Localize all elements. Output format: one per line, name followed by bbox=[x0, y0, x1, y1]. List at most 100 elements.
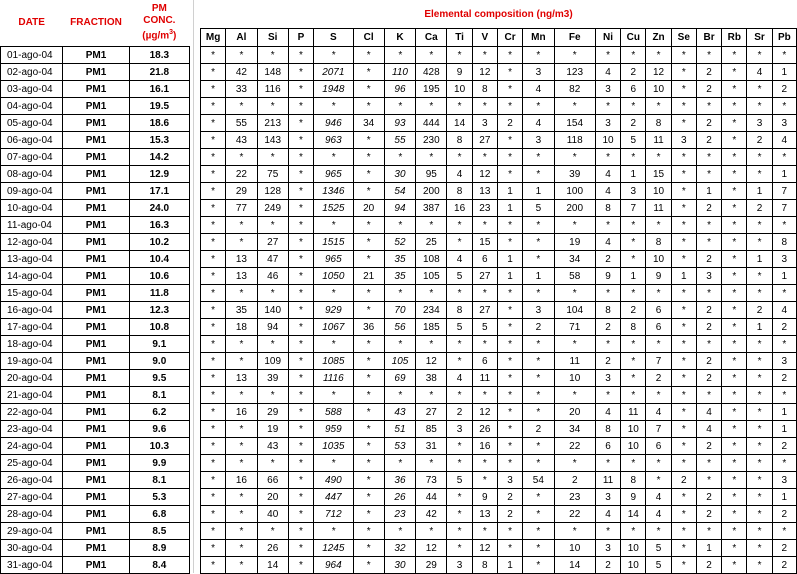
value-cell-cl: * bbox=[352, 148, 385, 166]
element-header-ca: Ca bbox=[415, 28, 448, 47]
value-cell-br: * bbox=[695, 46, 723, 64]
value-cell-p: * bbox=[287, 437, 315, 455]
value-cell-v: 16 bbox=[471, 437, 498, 455]
value-cell-ti: * bbox=[446, 233, 473, 251]
value-cell-se: * bbox=[670, 454, 697, 472]
value-cell-se: * bbox=[670, 250, 697, 268]
value-cell-mg: * bbox=[199, 165, 227, 183]
pm-conc-cell: 12.3 bbox=[128, 301, 191, 319]
value-cell-rb: * bbox=[721, 437, 748, 455]
value-cell-rb: * bbox=[721, 46, 748, 64]
table-row: * * 43 * 1035 * 53 31 * 16 * * 22 6 10 6 * 2 * * 2 bbox=[199, 437, 797, 455]
value-cell-br: 2 bbox=[695, 505, 723, 523]
value-cell-s: 965 bbox=[313, 250, 354, 268]
value-cell-p: * bbox=[287, 369, 315, 387]
value-cell-al: * bbox=[225, 539, 258, 557]
value-cell-rb: * bbox=[721, 522, 748, 540]
value-cell-ca: * bbox=[415, 454, 448, 472]
value-cell-fe: 2 bbox=[553, 471, 596, 489]
value-cell-al: * bbox=[225, 454, 258, 472]
value-cell-ni: 4 bbox=[594, 182, 622, 200]
value-cell-ca: 200 bbox=[415, 182, 448, 200]
table-row: * * 27 * 1515 * 52 25 * 15 * * 19 4 * 8 * * * * 8 bbox=[199, 233, 797, 251]
pm-header-unit: (µg/m bbox=[142, 30, 170, 42]
table-row: * * 109 * 1085 * 105 12 * 6 * * 11 2 * 7 * 2 * * 3 bbox=[199, 352, 797, 370]
value-cell-fe: 71 bbox=[553, 318, 596, 336]
value-cell-cl: * bbox=[352, 403, 385, 421]
date-cell: 05-ago-04 bbox=[0, 114, 64, 132]
value-cell-mg: * bbox=[199, 437, 227, 455]
value-cell-p: * bbox=[287, 386, 315, 404]
value-cell-br: * bbox=[695, 233, 723, 251]
table-row: * * * * * * * * * * * * * * * * * * * * * bbox=[199, 97, 797, 115]
value-cell-cl: * bbox=[352, 522, 385, 540]
value-cell-p: * bbox=[287, 80, 315, 98]
value-cell-cr: * bbox=[496, 539, 524, 557]
value-cell-ti: * bbox=[446, 386, 473, 404]
table-row: * 16 29 * 588 * 43 27 2 12 * * 20 4 11 4 * 4 * * 1 bbox=[199, 403, 797, 421]
value-cell-si: 39 bbox=[256, 369, 289, 387]
value-cell-sr: * bbox=[746, 46, 773, 64]
elemental-composition-table: Elemental composition (ng/m3) Mg Al Si P S Cl… bbox=[199, 0, 797, 574]
value-cell-mg: * bbox=[199, 148, 227, 166]
value-cell-fe: 200 bbox=[553, 199, 596, 217]
fraction-cell: PM1 bbox=[62, 250, 130, 268]
fraction-cell: PM1 bbox=[62, 420, 130, 438]
value-cell-cu: 6 bbox=[620, 80, 647, 98]
value-cell-cl: 36 bbox=[352, 318, 385, 336]
value-cell-mn: * bbox=[522, 216, 555, 234]
table-row: 30-ago-04 PM1 8.9 bbox=[0, 539, 191, 557]
value-cell-si: 249 bbox=[256, 199, 289, 217]
value-cell-rb: * bbox=[721, 267, 748, 285]
value-cell-mn: 1 bbox=[522, 182, 555, 200]
pm-conc-cell: 9.0 bbox=[128, 352, 191, 370]
table-row: 17-ago-04 PM1 10.8 bbox=[0, 318, 191, 336]
value-cell-mg: * bbox=[199, 556, 227, 574]
value-cell-s: * bbox=[313, 46, 354, 64]
fraction-cell: PM1 bbox=[62, 165, 130, 183]
value-cell-mg: * bbox=[199, 522, 227, 540]
value-cell-sr: 1 bbox=[746, 250, 773, 268]
value-cell-br: 4 bbox=[695, 420, 723, 438]
value-cell-sr: * bbox=[746, 369, 773, 387]
value-cell-rb: * bbox=[721, 165, 748, 183]
fraction-cell: PM1 bbox=[62, 63, 130, 81]
value-cell-s: 588 bbox=[313, 403, 354, 421]
value-cell-zn: * bbox=[645, 97, 672, 115]
element-header-ni: Ni bbox=[594, 28, 622, 47]
value-cell-ni: 8 bbox=[594, 199, 622, 217]
value-cell-rb: * bbox=[721, 284, 748, 302]
value-cell-cl: * bbox=[352, 420, 385, 438]
value-cell-s: * bbox=[313, 97, 354, 115]
value-cell-v: 8 bbox=[471, 556, 498, 574]
value-cell-sr: * bbox=[746, 216, 773, 234]
value-cell-sr: 4 bbox=[746, 63, 773, 81]
fraction-cell: PM1 bbox=[62, 403, 130, 421]
value-cell-cu: 1 bbox=[620, 165, 647, 183]
value-cell-zn: * bbox=[645, 522, 672, 540]
table-row: * * 40 * 712 * 23 42 * 13 2 * 22 4 14 4 * 2 * * 2 bbox=[199, 505, 797, 523]
value-cell-cl: * bbox=[352, 539, 385, 557]
value-cell-fe: 11 bbox=[553, 352, 596, 370]
value-cell-ti: 3 bbox=[446, 420, 473, 438]
value-cell-fe: * bbox=[553, 46, 596, 64]
value-cell-mg: * bbox=[199, 80, 227, 98]
value-cell-mg: * bbox=[199, 284, 227, 302]
value-cell-ni: 3 bbox=[594, 369, 622, 387]
value-cell-p: * bbox=[287, 131, 315, 149]
table-row: 21-ago-04 PM1 8.1 bbox=[0, 386, 191, 404]
value-cell-s: * bbox=[313, 522, 354, 540]
value-cell-cu: 5 bbox=[620, 131, 647, 149]
value-cell-sr: * bbox=[746, 437, 773, 455]
value-cell-fe: 10 bbox=[553, 539, 596, 557]
value-cell-ni: 3 bbox=[594, 80, 622, 98]
value-cell-mg: * bbox=[199, 199, 227, 217]
date-cell: 12-ago-04 bbox=[0, 233, 64, 251]
value-cell-s: 1050 bbox=[313, 267, 354, 285]
value-cell-zn: * bbox=[645, 454, 672, 472]
fraction-header: FRACTION bbox=[70, 17, 122, 28]
value-cell-se: * bbox=[670, 97, 697, 115]
value-cell-si: 47 bbox=[256, 250, 289, 268]
value-cell-al: * bbox=[225, 386, 258, 404]
value-cell-cr: 2 bbox=[496, 505, 524, 523]
